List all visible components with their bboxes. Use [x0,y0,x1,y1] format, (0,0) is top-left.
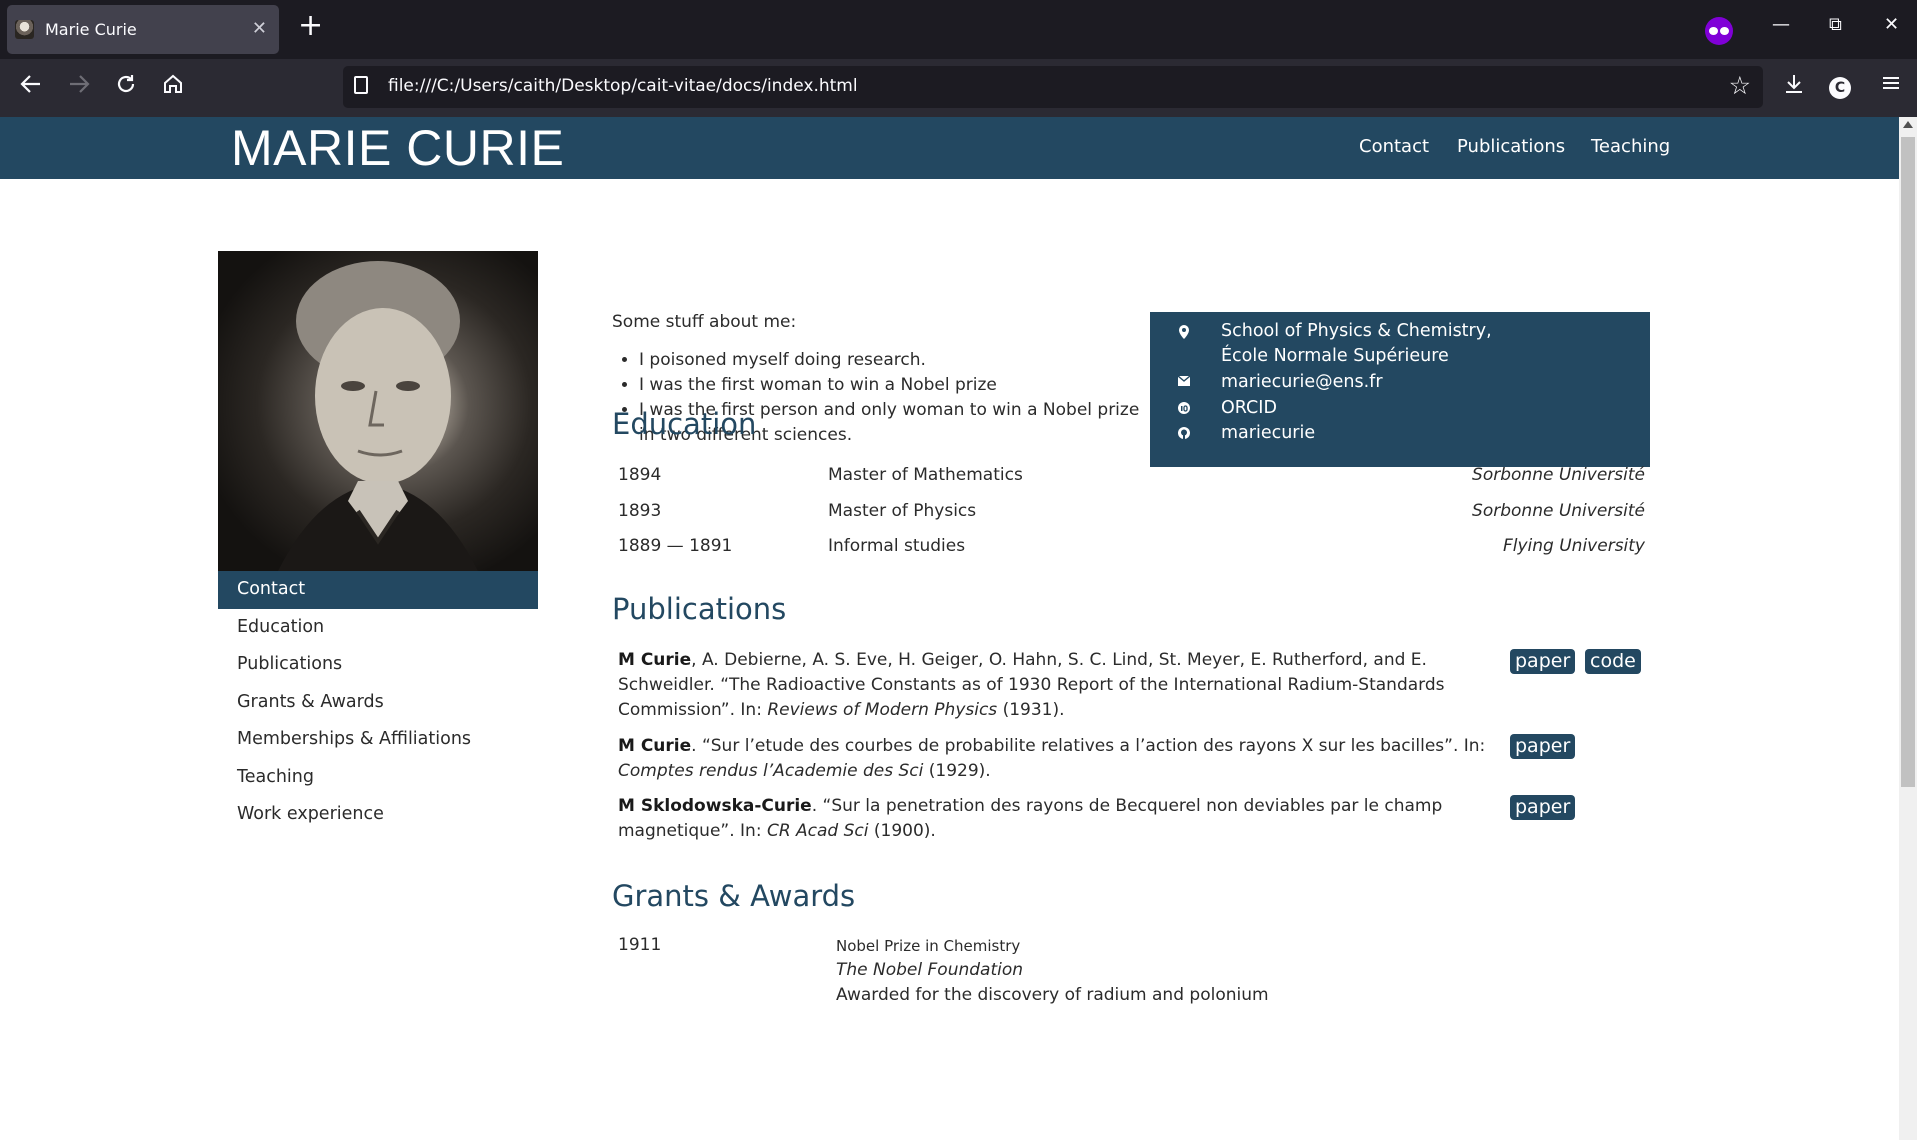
education-degree: Master of Mathematics [828,465,1023,485]
list-item: I poisoned myself doing research. [639,348,1159,373]
publication-year: (1931). [997,700,1065,720]
table-row: 1893 Master of Physics Sorbonne Universi… [612,501,1645,531]
education-degree: Master of Physics [828,501,977,521]
about-intro: Some stuff about me: [612,312,797,332]
back-button[interactable] [20,72,42,102]
grant-description: Awarded for the discovery of radium and … [836,985,1269,1005]
tab-title: Marie Curie [45,20,137,39]
home-icon [164,74,182,93]
sidebar-item-education[interactable]: Education [218,609,538,647]
paper-button[interactable]: paper [1510,649,1576,674]
menu-icon[interactable] [1881,73,1901,101]
tab-close-icon[interactable]: ✕ [252,18,267,39]
envelope-icon [1177,375,1191,388]
education-heading: Education [612,407,757,441]
grant-title: Nobel Prize in Chemistry [836,937,1021,955]
minimize-button[interactable]: — [1772,14,1790,35]
github-link[interactable]: mariecurie [1221,421,1315,446]
private-browsing-icon [1705,17,1733,45]
page-icon [354,76,368,94]
account-icon[interactable]: C [1829,77,1851,99]
publication-venue: CR Acad Sci [766,821,869,841]
publication-item: M Curie, A. Debierne, A. S. Eve, H. Geig… [618,648,1488,723]
email-link[interactable]: mariecurie@ens.fr [1221,370,1383,395]
reload-button[interactable] [115,72,137,102]
portrait-favicon-icon [15,20,34,39]
education-year: 1889 — 1891 [618,536,733,556]
nav-link-teaching[interactable]: Teaching [1591,136,1670,157]
download-icon[interactable] [1784,73,1804,103]
publication-text: . “Sur l’etude des courbes de probabilit… [691,736,1486,756]
orcid-icon [1178,402,1190,414]
grant-organization: The Nobel Foundation [836,960,1024,980]
sidebar-item-grants-awards[interactable]: Grants & Awards [218,684,538,722]
portrait-image [278,261,478,571]
education-institution: Sorbonne Université [1472,501,1645,521]
education-degree: Informal studies [828,536,966,556]
grant-year: 1911 [618,935,662,955]
orcid-link[interactable]: ORCID [1221,396,1277,421]
page-scrollbar[interactable] [1899,117,1917,1140]
site-title[interactable]: MARIE CURIE [231,117,564,179]
github-icon [1178,427,1190,439]
publication-venue: Comptes rendus l’Academie des Sci [618,761,924,781]
site-header: MARIE CURIE Contact Publications Teachin… [0,117,1899,179]
browser-tab-bar: Marie Curie ✕ + — ⧉ ✕ [0,0,1917,59]
publication-year: (1929). [923,761,991,781]
publication-item: M Sklodowska-Curie. “Sur la penetration … [618,794,1488,844]
education-year: 1894 [618,465,662,485]
publication-author: M Curie [618,650,692,670]
sidebar-item-memberships[interactable]: Memberships & Affiliations [218,721,538,759]
forward-button[interactable] [68,72,90,102]
code-button[interactable]: code [1585,649,1641,674]
new-tab-button[interactable]: + [298,11,323,41]
publication-year: (1900). [868,821,936,841]
address-line-1: School of Physics & Chemistry, [1221,321,1492,341]
publications-heading: Publications [612,592,787,626]
scroll-up-arrow-icon[interactable] [1903,121,1913,128]
publication-author: M Sklodowska-Curie [618,796,812,816]
restore-button[interactable]: ⧉ [1829,14,1842,35]
contact-box: School of Physics & Chemistry, École Nor… [1150,312,1650,467]
publication-item: M Curie. “Sur l’etude des courbes de pro… [618,734,1488,784]
home-button[interactable] [162,72,184,102]
education-institution: Flying University [1502,536,1645,556]
arrow-right-icon [70,75,90,93]
grants-heading: Grants & Awards [612,879,856,913]
sidebar-item-publications[interactable]: Publications [218,646,538,684]
nav-link-contact[interactable]: Contact [1359,136,1429,157]
table-row: 1889 — 1891 Informal studies Flying Univ… [612,536,1645,566]
reload-icon [117,75,135,93]
table-row: 1894 Master of Mathematics Sorbonne Univ… [612,465,1645,495]
paper-button[interactable]: paper [1510,734,1576,759]
sidebar-item-work-experience[interactable]: Work experience [218,796,538,834]
education-year: 1893 [618,501,662,521]
arrow-left-icon [20,75,40,93]
url-text[interactable]: file:///C:/Users/caith/Desktop/cait-vita… [388,76,858,96]
education-institution: Sorbonne Université [1472,465,1645,485]
publication-author: M Curie [618,736,692,756]
browser-toolbar: file:///C:/Users/caith/Desktop/cait-vita… [0,59,1917,117]
paper-button[interactable]: paper [1510,795,1576,820]
address-line-2: École Normale Supérieure [1221,346,1449,366]
url-bar[interactable]: file:///C:/Users/caith/Desktop/cait-vita… [343,66,1763,108]
sidebar-item-teaching[interactable]: Teaching [218,759,538,797]
sidebar-item-contact[interactable]: Contact [218,571,538,609]
browser-tab[interactable]: Marie Curie ✕ [7,5,279,54]
location-pin-icon [1178,325,1190,339]
close-window-button[interactable]: ✕ [1884,14,1899,35]
nav-link-publications[interactable]: Publications [1457,136,1565,157]
bookmark-star-icon[interactable]: ☆ [1729,71,1751,100]
publication-venue: Reviews of Modern Physics [767,700,998,720]
profile-photo [218,251,538,571]
sidebar-menu: Contact Education Publications Grants & … [218,571,538,834]
scrollbar-thumb[interactable] [1901,137,1915,787]
page-viewport: MARIE CURIE Contact Publications Teachin… [0,117,1899,1140]
list-item: I was the first woman to win a Nobel pri… [639,373,1159,398]
